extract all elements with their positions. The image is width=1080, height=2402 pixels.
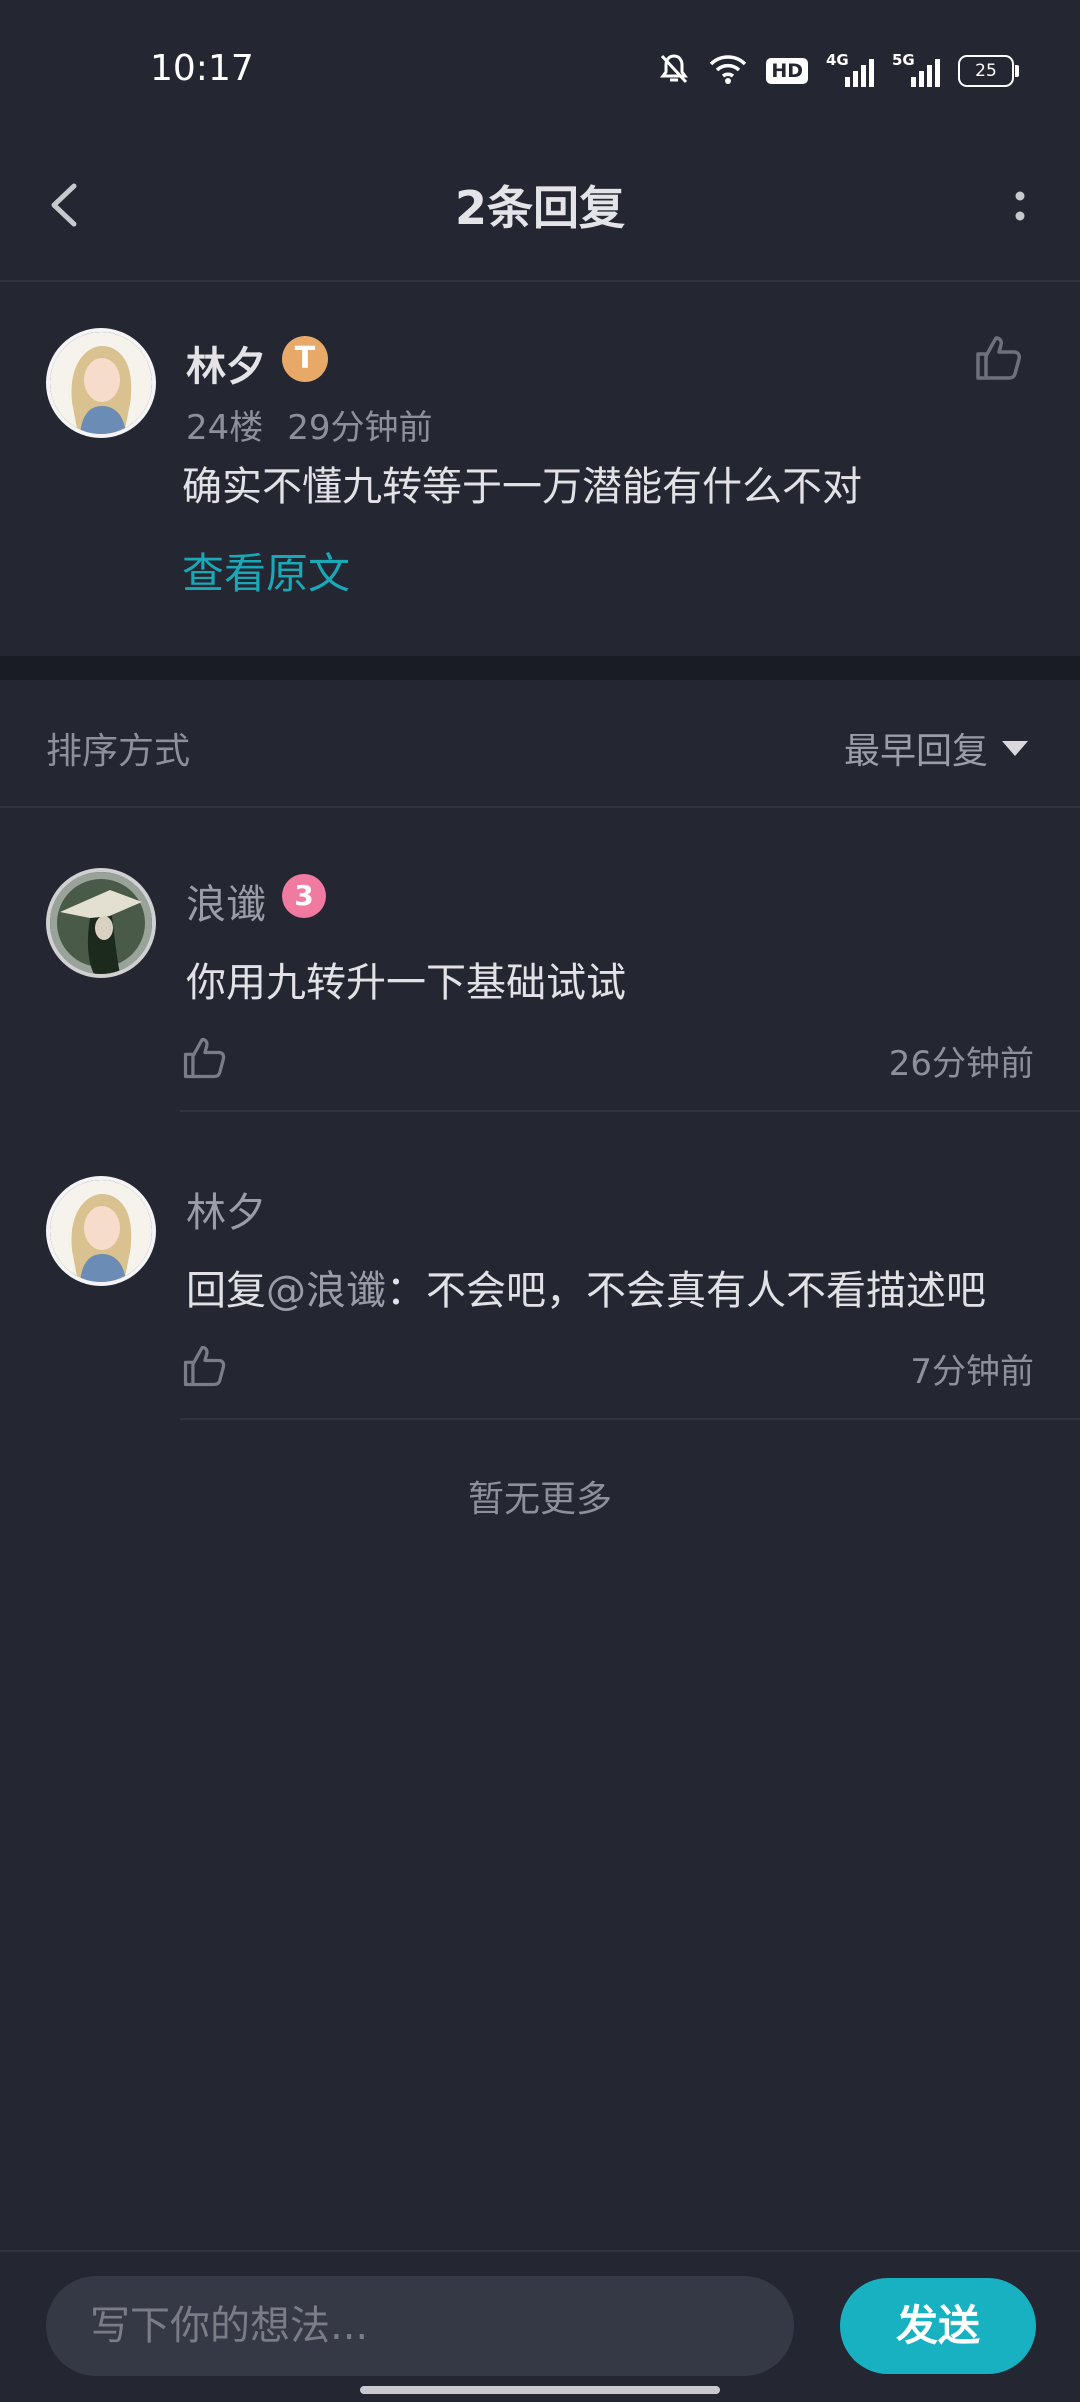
reply-time: 7分钟前 xyxy=(910,1352,1034,1392)
main-comment: 林夕 T 24楼 29分钟前 确实不懂九转等于一万潜能有什么不对 查看原文 xyxy=(0,282,1080,656)
hd-icon: HD xyxy=(766,58,808,84)
reply-body: ：不会吧，不会真有人不看描述吧 xyxy=(386,1268,986,1314)
comment-content: 确实不懂九转等于一万潜能有什么不对 xyxy=(182,464,862,510)
sort-bar: 排序方式 最早回复 xyxy=(0,680,1080,808)
sort-dropdown[interactable]: 最早回复 xyxy=(844,722,1028,774)
row-divider xyxy=(180,1110,1080,1112)
thumbs-up-icon xyxy=(183,1037,226,1079)
comment-time: 29分钟前 xyxy=(287,408,433,448)
no-more-label: 暂无更多 xyxy=(467,1479,612,1520)
reply-author[interactable]: 浪谶 xyxy=(186,872,266,930)
status-icons: HD 4G 5G 25 xyxy=(658,51,1019,90)
status-bar: 10:17 HD 4G 5G 25 xyxy=(0,0,1080,130)
avatar-image xyxy=(50,332,152,434)
reply-prefix: 回复 xyxy=(186,1268,266,1314)
sort-label: 排序方式 xyxy=(46,731,191,772)
thumbs-up-icon xyxy=(976,336,1021,380)
comment-composer: 发送 xyxy=(0,2250,1080,2402)
like-button[interactable] xyxy=(180,1034,228,1082)
comment-meta: 24楼 29分钟前 xyxy=(186,400,433,449)
comment-input[interactable] xyxy=(46,2276,794,2376)
reply-content: 回复@浪谶：不会吧，不会真有人不看描述吧 xyxy=(186,1258,986,1316)
triangle-down-icon xyxy=(1002,740,1028,756)
more-vertical-icon xyxy=(1015,191,1025,221)
avatar-image xyxy=(50,1180,152,1282)
battery-icon: 25 xyxy=(958,55,1019,87)
home-indicator[interactable] xyxy=(360,2386,720,2394)
reply-time: 26分钟前 xyxy=(888,1044,1034,1084)
mention-link[interactable]: @浪谶 xyxy=(266,1268,386,1314)
signal-4g-icon: 4G xyxy=(826,51,874,87)
avatar[interactable] xyxy=(46,328,156,438)
avatar[interactable] xyxy=(46,1176,156,1286)
comment-author[interactable]: 林夕 xyxy=(186,334,266,392)
level-badge: 3 xyxy=(282,874,326,918)
reply-item: 浪谶 3 你用九转升一下基础试试 26分钟前 xyxy=(0,806,1080,1112)
avatar[interactable] xyxy=(46,868,156,978)
thumbs-up-icon xyxy=(183,1345,226,1387)
row-divider xyxy=(180,1418,1080,1420)
wifi-icon xyxy=(708,53,748,89)
section-divider xyxy=(0,656,1080,680)
page-title: 2条回复 xyxy=(454,181,625,235)
level-badge: T xyxy=(282,336,328,382)
signal-5g-icon: 5G xyxy=(892,51,940,87)
bell-off-icon xyxy=(658,52,690,90)
view-original-link[interactable]: 查看原文 xyxy=(182,540,350,601)
send-button[interactable]: 发送 xyxy=(840,2278,1036,2374)
status-time: 10:17 xyxy=(150,48,254,89)
reply-item: 林夕 回复@浪谶：不会吧，不会真有人不看描述吧 7分钟前 xyxy=(0,1114,1080,1420)
sort-selected-value: 最早回复 xyxy=(843,731,988,772)
more-options-button[interactable] xyxy=(1000,170,1040,250)
floor-number: 24楼 xyxy=(186,408,264,448)
avatar-image xyxy=(50,872,152,974)
reply-content: 你用九转升一下基础试试 xyxy=(186,960,626,1006)
like-button[interactable] xyxy=(972,332,1024,384)
reply-author[interactable]: 林夕 xyxy=(186,1180,266,1238)
like-button[interactable] xyxy=(180,1342,228,1390)
app-header: 2条回复 xyxy=(0,130,1080,282)
